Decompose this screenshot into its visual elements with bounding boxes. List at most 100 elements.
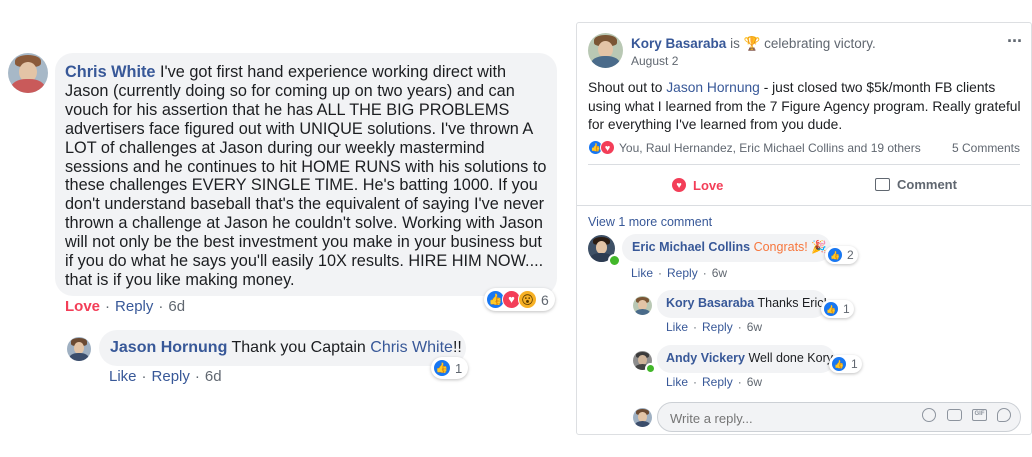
comment-body: Well done Kory [748, 351, 834, 365]
comment-bubble: Eric Michael Collins Congrats! 🎉 [622, 234, 831, 262]
reply-body-end: !! [452, 339, 462, 356]
online-status-icon [645, 363, 656, 374]
like-link[interactable]: Like [631, 266, 653, 280]
comment-reactions[interactable]: 👍 1 [829, 355, 862, 373]
comment-action-button[interactable]: Comment [875, 177, 957, 192]
kory-basaraba-avatar[interactable] [588, 33, 623, 68]
wow-reaction-icon: 😮 [518, 290, 537, 309]
reactions-summary[interactable]: 👍 ♥ You, Raul Hernandez, Eric Michael Co… [588, 140, 921, 155]
divider [577, 205, 1031, 206]
comment-author[interactable]: Eric Michael Collins [632, 240, 750, 254]
comment-reactions[interactable]: 👍 2 [825, 246, 858, 264]
love-reaction-icon: ♥ [600, 140, 615, 155]
gif-icon[interactable]: GIF [972, 409, 987, 421]
emoji-icon[interactable] [922, 408, 936, 422]
separator-dot: · [658, 266, 663, 280]
comment-bubble: Andy Vickery Well done Kory [657, 345, 835, 373]
like-link[interactable]: Like [109, 368, 137, 385]
reply-text: Jason Hornung Thank you Captain Chris Wh… [110, 339, 462, 357]
comment-button-label: Comment [897, 177, 957, 192]
reactors-text[interactable]: You, Raul Hernandez, Eric Michael Collin… [619, 141, 921, 155]
like-reaction-icon: 👍 [831, 356, 847, 372]
comment-actions: Like · Reply · 6w [666, 320, 762, 334]
main-comment-text: Chris White I've got first hand experien… [65, 63, 549, 290]
reply-input[interactable] [668, 408, 912, 428]
comment-time[interactable]: 6w [712, 266, 727, 280]
reply-link[interactable]: Reply [152, 368, 190, 385]
reply-link[interactable]: Reply [667, 266, 698, 280]
reaction-count: 1 [455, 360, 463, 376]
comment-author-chris-white[interactable]: Chris White [65, 63, 155, 81]
camera-icon[interactable] [947, 409, 962, 421]
like-reaction-icon: 👍 [827, 247, 843, 263]
comment-text: Andy Vickery Well done Kory [666, 351, 833, 365]
love-button-label: Love [693, 177, 724, 193]
love-icon: ♥ [671, 177, 687, 193]
post-text-start: Shout out to [588, 80, 663, 95]
mention-chris-white[interactable]: Chris White [370, 339, 453, 356]
comment-body: Congrats! [753, 240, 808, 254]
comment-body: Thanks Eric! [757, 296, 827, 310]
separator-dot: · [693, 375, 698, 389]
jason-hornung-avatar[interactable] [67, 337, 91, 361]
comments-count[interactable]: 5 Comments [952, 141, 1020, 155]
chris-white-avatar[interactable] [8, 53, 48, 93]
main-comment-reactions[interactable]: 👍 ♥ 😮 6 [484, 288, 555, 311]
sticker-icon[interactable] [997, 408, 1011, 422]
comment-actions: Like · Reply · 6w [666, 375, 762, 389]
mention-jason-hornung[interactable]: Jason Hornung [666, 80, 760, 95]
comment-author[interactable]: Andy Vickery [666, 351, 745, 365]
reply-time[interactable]: 6d [205, 368, 222, 385]
comment-time[interactable]: 6w [747, 375, 762, 389]
reply-input-box[interactable]: GIF [657, 402, 1021, 432]
trophy-icon: 🏆 [743, 36, 761, 51]
love-link[interactable]: Love [65, 298, 100, 315]
reply-link[interactable]: Reply [702, 375, 733, 389]
post-text: Shout out to Jason Hornung - just closed… [588, 79, 1024, 135]
status-word: is [730, 36, 740, 51]
separator-dot: · [693, 320, 698, 334]
reaction-count: 2 [847, 248, 854, 262]
post-card: Kory Basaraba is 🏆 celebrating victory. … [576, 22, 1032, 435]
main-comment-actions: Love · Reply · 6d [65, 298, 185, 315]
love-action-button[interactable]: ♥ Love [671, 177, 723, 193]
separator-dot: · [105, 298, 111, 315]
like-link[interactable]: Like [666, 320, 688, 334]
comment-text: Kory Basaraba Thanks Eric! [666, 296, 827, 310]
like-link[interactable]: Like [666, 375, 688, 389]
reply-body-start: Thank you Captain [231, 339, 366, 356]
comment-body: I've got first hand experience working d… [65, 63, 547, 289]
reply-reactions[interactable]: 👍 1 [431, 357, 469, 379]
comment-actions: Like · Reply · 6w [631, 266, 727, 280]
reply-link[interactable]: Reply [115, 298, 153, 315]
post-author[interactable]: Kory Basaraba [631, 36, 726, 51]
comment-bubble: Kory Basaraba Thanks Eric! [657, 290, 827, 318]
reaction-count: 1 [851, 357, 858, 371]
like-reaction-icon: 👍 [823, 301, 839, 317]
current-user-avatar [633, 408, 652, 427]
separator-dot: · [737, 320, 742, 334]
reply-author-jason-hornung[interactable]: Jason Hornung [110, 339, 227, 356]
reaction-count: 6 [541, 291, 549, 308]
comment-icon [875, 178, 890, 191]
activity-text: celebrating victory. [764, 36, 876, 51]
online-status-icon [608, 254, 621, 267]
reply-bubble: Jason Hornung Thank you Captain Chris Wh… [99, 330, 466, 366]
separator-dot: · [702, 266, 707, 280]
separator-dot: · [141, 368, 147, 385]
reply-actions: Like · Reply · 6d [109, 368, 222, 385]
comment-author[interactable]: Kory Basaraba [666, 296, 754, 310]
post-header-line: Kory Basaraba is 🏆 celebrating victory. [631, 36, 876, 52]
like-reaction-icon: 👍 [433, 359, 451, 377]
comment-time[interactable]: 6d [168, 298, 185, 315]
main-comment-bubble: Chris White I've got first hand experien… [55, 53, 557, 296]
post-date[interactable]: August 2 [631, 54, 678, 68]
comment-reactions[interactable]: 👍 1 [821, 300, 854, 318]
separator-dot: · [194, 368, 200, 385]
kory-basaraba-reply-avatar[interactable] [633, 296, 652, 315]
view-more-comments-link[interactable]: View 1 more comment [588, 215, 712, 229]
comment-time[interactable]: 6w [747, 320, 762, 334]
reaction-count: 1 [843, 302, 850, 316]
reply-link[interactable]: Reply [702, 320, 733, 334]
post-options-icon[interactable]: ··· [1007, 31, 1023, 52]
